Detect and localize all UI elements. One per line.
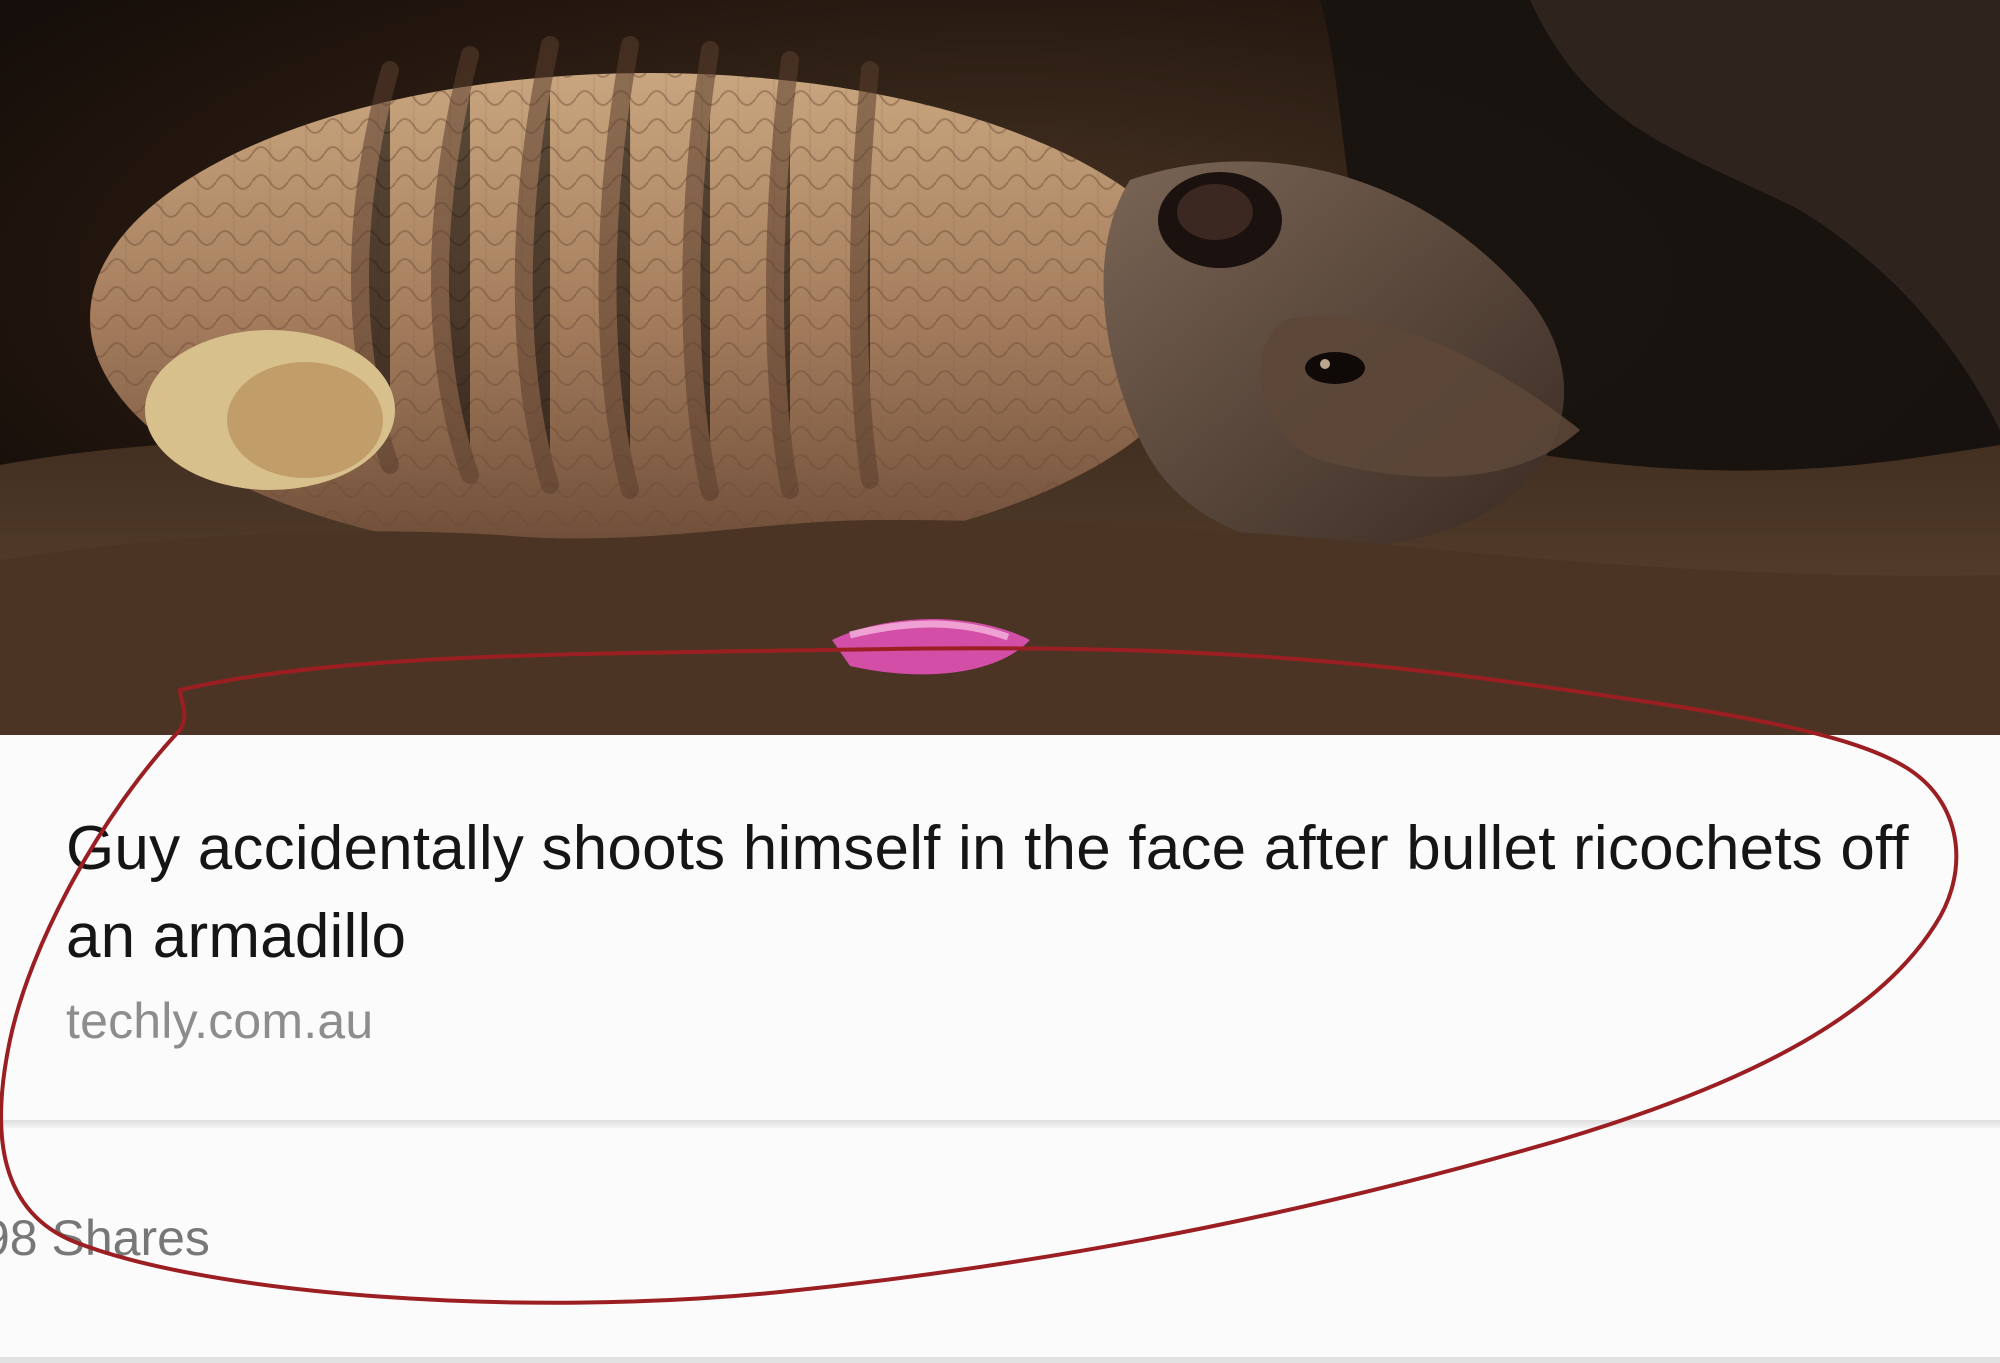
shared-post: Guy accidentally shoots himself in the f… — [0, 0, 2000, 1363]
post-engagement-bar: 98 Shares — [0, 1128, 2000, 1363]
shares-count[interactable]: 98 Shares — [0, 1210, 210, 1266]
source-domain: techly.com.au — [66, 993, 374, 1049]
card-divider — [0, 1120, 2000, 1128]
post-photo-armadillo[interactable] — [0, 0, 2000, 735]
article-headline[interactable]: Guy accidentally shoots himself in the f… — [66, 805, 1966, 981]
link-preview-card[interactable]: Guy accidentally shoots himself in the f… — [0, 735, 2000, 1120]
bottom-divider — [0, 1357, 2000, 1363]
armadillo-photo-svg — [0, 0, 2000, 735]
